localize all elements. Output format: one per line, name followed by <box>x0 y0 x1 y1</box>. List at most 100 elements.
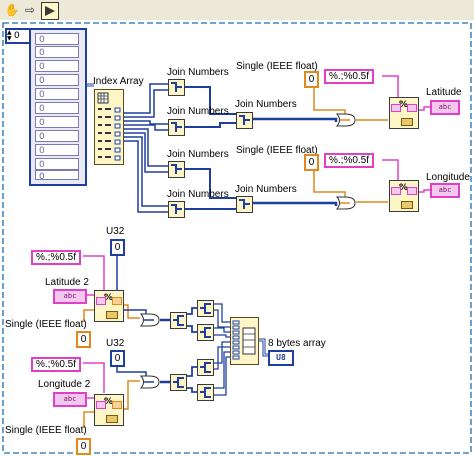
join-numbers-node[interactable] <box>236 112 253 129</box>
split-number-node[interactable] <box>197 384 214 401</box>
type-cast-icon <box>139 375 160 389</box>
array-element[interactable]: 0 <box>35 46 79 58</box>
format-input-terminal <box>391 104 401 112</box>
split-number-node[interactable] <box>170 312 187 329</box>
single-ieee-float-label: Single (IEEE float) <box>5 425 87 436</box>
array-element[interactable]: 0 <box>35 130 79 142</box>
single-constant[interactable]: 0 <box>76 331 91 348</box>
format-string-constant[interactable]: %.;%0.5f <box>324 69 375 84</box>
format-string-constant[interactable]: %.;%0.5f <box>324 153 375 168</box>
split-icon <box>200 362 211 373</box>
u32-label: U32 <box>106 226 125 237</box>
split-number-node[interactable] <box>197 324 214 341</box>
join-numbers-label: Join Numbers <box>235 99 297 110</box>
type-cast-node[interactable] <box>335 195 356 211</box>
single-ieee-float-label: Single (IEEE float) <box>5 319 87 330</box>
block-diagram-toolbar: ✋ ⇨ <box>0 0 474 21</box>
type-cast-node[interactable] <box>139 374 160 390</box>
scan-from-string-node[interactable]: % <box>94 394 124 426</box>
format-output-terminal <box>407 187 417 195</box>
join-numbers-label: Join Numbers <box>167 67 229 78</box>
type-cast-node[interactable] <box>335 112 356 128</box>
format-string-constant[interactable]: %.;%0.5f <box>31 357 82 372</box>
u32-array-control[interactable]: ▲ ▼ 0 0 0 0 0 0 0 0 0 0 0 0 <box>5 28 87 186</box>
type-cast-node[interactable] <box>139 312 160 328</box>
join-numbers-node[interactable] <box>236 196 253 213</box>
split-number-node[interactable] <box>170 374 187 391</box>
error-cluster-terminal <box>106 311 118 319</box>
error-cluster-terminal <box>106 415 118 423</box>
u32-constant[interactable]: 0 <box>110 350 125 367</box>
scan-from-string-node[interactable]: % <box>94 290 124 322</box>
join-numbers-label: Join Numbers <box>167 106 229 117</box>
join-icon <box>171 122 182 132</box>
latitude-2-string-control[interactable]: abc <box>53 289 87 304</box>
type-cast-icon <box>335 113 356 127</box>
single-constant[interactable]: 0 <box>76 438 91 455</box>
join-numbers-node[interactable] <box>168 119 185 136</box>
latitude-string-indicator[interactable]: abc <box>430 100 460 115</box>
array-element[interactable]: 0 <box>35 116 79 128</box>
array-element[interactable]: 0 <box>35 102 79 114</box>
latitude-2-label: Latitude 2 <box>45 277 89 288</box>
join-numbers-label: Join Numbers <box>235 184 297 195</box>
latitude-label: Latitude <box>426 87 462 98</box>
split-number-node[interactable] <box>197 300 214 317</box>
index-array-icon <box>97 92 121 161</box>
index-array-label: Index Array <box>93 76 144 87</box>
split-icon <box>173 377 184 388</box>
single-constant[interactable]: 0 <box>304 71 319 88</box>
array-element[interactable]: 0 <box>35 33 79 45</box>
array-elements-frame: 0 0 0 0 0 0 0 0 0 0 0 <box>29 28 87 186</box>
join-icon <box>239 115 250 125</box>
longitude-2-label: Longitude 2 <box>38 379 91 390</box>
join-numbers-node[interactable] <box>168 201 185 218</box>
join-numbers-node[interactable] <box>168 79 185 96</box>
arrow-right-icon[interactable]: ⇨ <box>22 2 38 18</box>
single-constant[interactable]: 0 <box>304 154 319 171</box>
join-numbers-label: Join Numbers <box>167 189 229 200</box>
block-diagram-canvas[interactable]: ▲▼0 0 0 0 0 0 0 0 0 0 0 0 Index Array <box>0 20 474 456</box>
longitude-label: Longitude <box>426 172 470 183</box>
scan-input-terminal <box>96 401 106 409</box>
split-icon <box>200 387 211 398</box>
u32-label: U32 <box>106 338 125 349</box>
join-icon <box>171 82 182 92</box>
format-string-constant[interactable]: %.;%0.5f <box>31 250 82 265</box>
u32-constant[interactable]: 0 <box>110 239 125 256</box>
array-element[interactable]: 0 <box>35 144 79 156</box>
split-icon <box>200 303 211 314</box>
type-cast-icon <box>139 313 160 327</box>
error-cluster-terminal <box>401 201 413 209</box>
array-index-value: 0 <box>14 31 20 41</box>
array-index-arrows[interactable]: ▲ ▼ <box>7 30 14 42</box>
split-number-node[interactable] <box>197 359 214 376</box>
split-icon <box>200 327 211 338</box>
join-numbers-label: Join Numbers <box>167 149 229 160</box>
longitude-string-indicator[interactable]: abc <box>430 183 460 198</box>
join-icon <box>239 199 250 209</box>
bytes-array-label: 8 bytes array <box>268 338 326 349</box>
array-element[interactable]: 0 <box>35 60 79 72</box>
scan-output-terminal <box>112 297 122 305</box>
hand-icon[interactable]: ✋ <box>4 2 20 18</box>
array-element[interactable]: 0 <box>35 88 79 100</box>
array-element[interactable]: 0 <box>35 170 79 182</box>
error-cluster-terminal <box>401 118 413 126</box>
format-into-string-node[interactable]: % <box>389 180 419 212</box>
join-numbers-node[interactable] <box>168 161 185 178</box>
longitude-2-string-control[interactable]: abc <box>53 392 87 407</box>
scan-output-terminal <box>112 401 122 409</box>
array-element[interactable]: 0 <box>35 158 79 170</box>
index-array-node[interactable] <box>94 89 124 165</box>
array-element[interactable]: 0 <box>35 74 79 86</box>
build-array-node[interactable] <box>230 317 259 365</box>
run-arrow-icon[interactable] <box>41 2 59 20</box>
format-input-terminal <box>391 187 401 195</box>
scan-input-terminal <box>96 297 106 305</box>
format-into-string-node[interactable]: % <box>389 97 419 129</box>
u8-type-label: U8 <box>276 353 286 362</box>
format-output-terminal <box>407 104 417 112</box>
build-array-icon <box>232 320 256 360</box>
u8-array-indicator[interactable]: U8 <box>268 350 294 366</box>
